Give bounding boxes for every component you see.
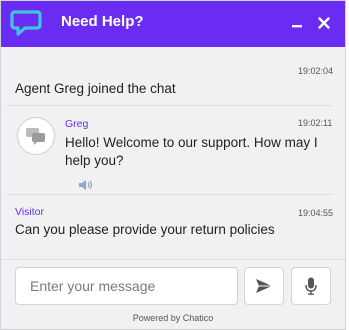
chat-messages[interactable]: 19:02:04 Agent Greg joined the chat Greg… [1,47,345,259]
chat-header: Need Help? [1,1,345,47]
close-button[interactable] [313,11,335,35]
divider [7,105,333,106]
speaker-icon[interactable] [78,178,94,192]
microphone-button[interactable] [291,267,331,305]
close-icon [318,17,330,29]
chat-bubbles-icon [26,128,45,145]
system-timestamp: 19:02:04 [298,66,334,76]
paper-plane-icon [256,279,272,293]
visitor-name: Visitor [15,206,44,218]
divider [7,194,333,195]
send-button[interactable] [244,267,284,305]
agent-name: Greg [65,118,89,130]
microphone-icon [305,277,317,295]
agent-message: Hello! Welcome to our support. How may I… [65,135,318,168]
chat-footer: Powered by Chatico [1,259,345,329]
powered-by-label: Powered by Chatico [132,313,214,323]
minus-icon [292,25,302,28]
message-input[interactable] [15,267,238,305]
visitor-timestamp: 19:04:55 [298,208,334,218]
agent-timestamp: 19:02:11 [298,118,333,128]
chat-bubble-logo-icon [10,10,42,36]
minimize-button[interactable] [286,11,308,35]
chat-title: Need Help? [61,13,144,30]
visitor-message: Can you please provide your return polic… [15,222,275,237]
system-message: Agent Greg joined the chat [15,81,176,96]
agent-avatar [17,117,55,155]
chat-widget: Need Help? 19:02:04 Agent Greg joined th… [0,0,346,330]
